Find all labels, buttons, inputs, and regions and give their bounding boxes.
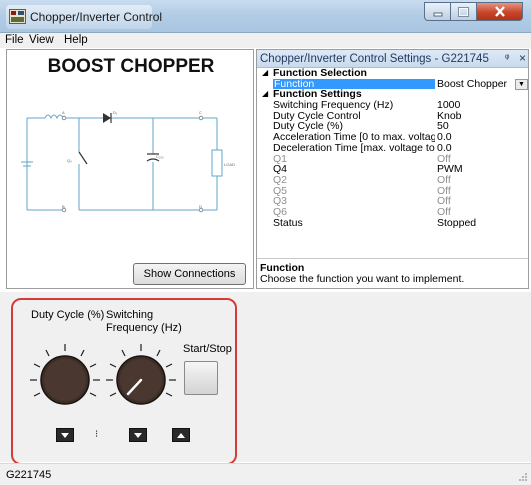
svg-text:C₂₅₀: C₂₅₀ <box>156 154 164 159</box>
property-row-q6: Q6 Off <box>257 206 528 218</box>
status-bar: G221745 <box>0 463 531 485</box>
app-icon <box>9 9 26 24</box>
property-value: Off <box>437 173 451 186</box>
collapse-caret-icon[interactable]: ◢ <box>262 89 268 100</box>
property-name: Q5 <box>273 185 288 197</box>
property-row-acceleration-time[interactable]: Acceleration Time [0 to max. voltage] (s… <box>257 132 528 143</box>
diagram-panel: BOOST CHOPPER A B C D D₁ Q₄ C₂₅₀ LOAD Sh… <box>6 49 254 289</box>
panel-close-icon[interactable]: × <box>519 51 526 65</box>
highlight-annotation <box>11 298 237 465</box>
pin-icon[interactable]: ᵠ <box>505 53 509 64</box>
property-name: Q3 <box>273 196 288 207</box>
property-value[interactable]: 0.0 <box>437 143 452 154</box>
property-name: Q4 <box>273 164 288 175</box>
function-select-value[interactable]: Boost Chopper <box>437 78 507 90</box>
description-pane: Function Choose the function you want to… <box>257 260 528 288</box>
close-button[interactable] <box>477 2 523 21</box>
property-name: Deceleration Time [max. voltage to 0] (s <box>273 142 435 154</box>
property-row-duty-cycle[interactable]: Duty Cycle (%) 50 <box>257 121 528 133</box>
menu-file[interactable]: File <box>5 34 24 46</box>
settings-title: Chopper/Inverter Control Settings - G221… <box>260 53 489 65</box>
svg-text:A: A <box>62 110 65 115</box>
collapse-caret-icon[interactable]: ◢ <box>262 68 268 79</box>
svg-text:D₁: D₁ <box>113 110 118 115</box>
property-name: Duty Cycle Control <box>273 110 361 122</box>
close-icon <box>494 6 505 17</box>
settings-header: Chopper/Inverter Control Settings - G221… <box>257 50 528 68</box>
settings-panel: Chopper/Inverter Control Settings - G221… <box>256 49 529 289</box>
window-title: Chopper/Inverter Control <box>30 10 163 24</box>
property-name: Q1 <box>273 153 288 165</box>
window-controls <box>424 2 523 21</box>
diode-symbol <box>103 113 112 123</box>
property-row-q3: Q3 Off <box>257 196 528 207</box>
svg-text:LOAD: LOAD <box>224 162 235 167</box>
property-row-status[interactable]: Status Stopped <box>257 216 528 229</box>
show-connections-button[interactable]: Show Connections <box>133 263 246 285</box>
property-row-q1: Q1 Off <box>257 153 528 165</box>
menu-help[interactable]: Help <box>64 34 88 46</box>
property-row-switching-frequency[interactable]: Switching Frequency (Hz) 1000 <box>257 100 528 111</box>
svg-text:B: B <box>62 204 65 209</box>
svg-text:Q₄: Q₄ <box>67 158 72 163</box>
property-name: Switching Frequency (Hz) <box>273 100 394 111</box>
dropdown-arrow-icon[interactable]: ▼ <box>515 78 528 90</box>
property-name: Status <box>273 217 303 229</box>
boost-chopper-circuit-diagram: A B C D D₁ Q₄ C₂₅₀ LOAD <box>21 110 235 213</box>
minimize-icon <box>433 12 442 16</box>
svg-text:D: D <box>199 204 202 209</box>
property-name: Q2 <box>273 174 288 186</box>
property-name: Acceleration Time [0 to max. voltage] (s <box>273 132 435 143</box>
property-row-q5: Q5 Off <box>257 185 528 197</box>
menu-view[interactable]: View <box>29 34 54 46</box>
maximize-icon <box>458 6 469 17</box>
property-row-duty-cycle-control[interactable]: Duty Cycle Control Knob <box>257 110 528 122</box>
maximize-button[interactable] <box>451 2 477 21</box>
property-row-function[interactable]: Function Boost Chopper ▼ <box>257 78 528 90</box>
settings-grid: ◢ Function Selection Function Boost Chop… <box>257 68 528 229</box>
diagram-title: BOOST CHOPPER <box>47 56 215 77</box>
minimize-button[interactable] <box>424 2 451 21</box>
property-row-deceleration-time[interactable]: Deceleration Time [max. voltage to 0] (s… <box>257 142 528 154</box>
title-bar[interactable]: Chopper/Inverter Control <box>0 0 531 33</box>
category-function-settings[interactable]: ◢ Function Settings <box>257 89 528 101</box>
category-name: Function Settings <box>273 89 362 101</box>
description-text: Choose the function you want to implemen… <box>260 273 465 285</box>
property-name: Q6 <box>273 206 288 218</box>
svg-text:C: C <box>199 110 202 115</box>
property-name: Duty Cycle (%) <box>273 121 344 133</box>
status-bar-text: G221745 <box>6 469 52 481</box>
switch-symbol <box>78 151 88 165</box>
menu-bar: File View Help <box>0 33 531 48</box>
resize-grip-icon[interactable] <box>518 472 528 482</box>
property-name: Function <box>273 78 435 90</box>
property-row-q2: Q2 Off <box>257 173 528 186</box>
description-splitter[interactable] <box>257 258 528 259</box>
property-row-q4[interactable]: Q4 PWM <box>257 164 528 175</box>
status-value: Stopped <box>437 216 477 229</box>
